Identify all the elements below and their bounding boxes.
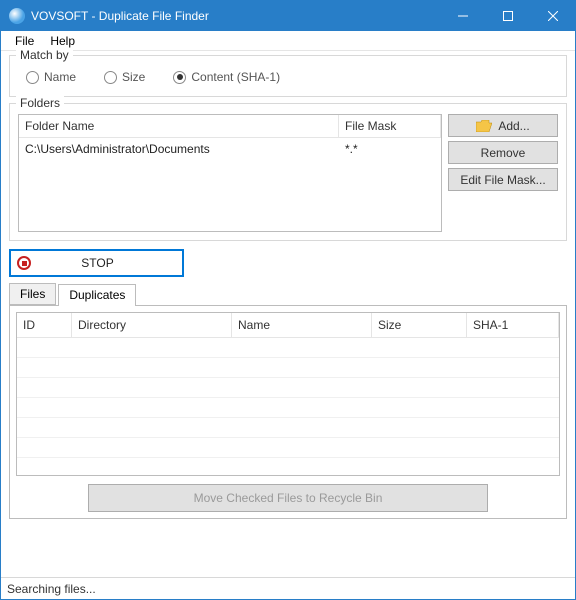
grid-empty-row [17,418,559,438]
content-area: Match by Name Size Content (SHA-1) Folde… [1,51,575,577]
remove-button-label: Remove [481,146,526,160]
grid-empty-row [17,438,559,458]
stop-icon [17,256,31,270]
menu-help[interactable]: Help [42,32,83,50]
folders-legend: Folders [16,96,64,110]
status-text: Searching files... [7,582,96,596]
maximize-button[interactable] [485,1,530,31]
col-sha1[interactable]: SHA-1 [467,313,559,337]
folders-group: Folders Folder Name File Mask C:\Users\A… [9,103,567,241]
cell-folder-name: C:\Users\Administrator\Documents [19,138,339,160]
cell-file-mask: *.* [339,138,441,160]
tab-duplicates[interactable]: Duplicates [58,284,136,306]
add-button[interactable]: Add... [448,114,558,137]
folders-table-header: Folder Name File Mask [19,115,441,138]
radio-circle-icon [104,71,117,84]
edit-mask-button-label: Edit File Mask... [460,173,545,187]
menu-file[interactable]: File [7,32,42,50]
menu-bar: File Help [1,31,575,51]
col-directory[interactable]: Directory [72,313,232,337]
grid-empty-row [17,378,559,398]
results-grid-body [17,338,559,458]
col-size[interactable]: Size [372,313,467,337]
radio-circle-icon [26,71,39,84]
window-controls [440,1,575,31]
stop-button[interactable]: STOP [9,249,184,277]
recycle-button-label: Move Checked Files to Recycle Bin [194,491,383,505]
radio-size-label: Size [122,70,145,84]
results-grid[interactable]: ID Directory Name Size SHA-1 [16,312,560,476]
stop-button-label: STOP [37,256,182,270]
grid-empty-row [17,338,559,358]
radio-name-label: Name [44,70,76,84]
close-button[interactable] [530,1,575,31]
folder-open-icon [476,120,492,132]
folders-table-row[interactable]: C:\Users\Administrator\Documents *.* [19,138,441,160]
grid-empty-row [17,358,559,378]
tab-files[interactable]: Files [9,283,56,305]
minimize-button[interactable] [440,1,485,31]
add-button-label: Add... [498,119,529,133]
move-to-recycle-button: Move Checked Files to Recycle Bin [88,484,488,512]
match-by-group: Match by Name Size Content (SHA-1) [9,55,567,97]
radio-content-label: Content (SHA-1) [191,70,280,84]
folders-table[interactable]: Folder Name File Mask C:\Users\Administr… [18,114,442,232]
grid-empty-row [17,398,559,418]
title-bar: VOVSOFT - Duplicate File Finder [1,1,575,31]
folders-buttons: Add... Remove Edit File Mask... [448,114,558,232]
match-by-legend: Match by [16,48,73,62]
radio-name[interactable]: Name [26,70,76,84]
radio-content[interactable]: Content (SHA-1) [173,70,280,84]
results-grid-header: ID Directory Name Size SHA-1 [17,313,559,338]
status-bar: Searching files... [1,577,575,599]
edit-file-mask-button[interactable]: Edit File Mask... [448,168,558,191]
col-name[interactable]: Name [232,313,372,337]
window-title: VOVSOFT - Duplicate File Finder [31,9,440,23]
tabs: Files Duplicates [9,283,567,305]
col-folder-name[interactable]: Folder Name [19,115,339,137]
col-file-mask[interactable]: File Mask [339,115,441,137]
app-icon [9,8,25,24]
radio-circle-icon [173,71,186,84]
results-panel: ID Directory Name Size SHA-1 Move Checke… [9,305,567,519]
radio-size[interactable]: Size [104,70,145,84]
match-by-options: Name Size Content (SHA-1) [18,66,558,88]
remove-button[interactable]: Remove [448,141,558,164]
col-id[interactable]: ID [17,313,72,337]
